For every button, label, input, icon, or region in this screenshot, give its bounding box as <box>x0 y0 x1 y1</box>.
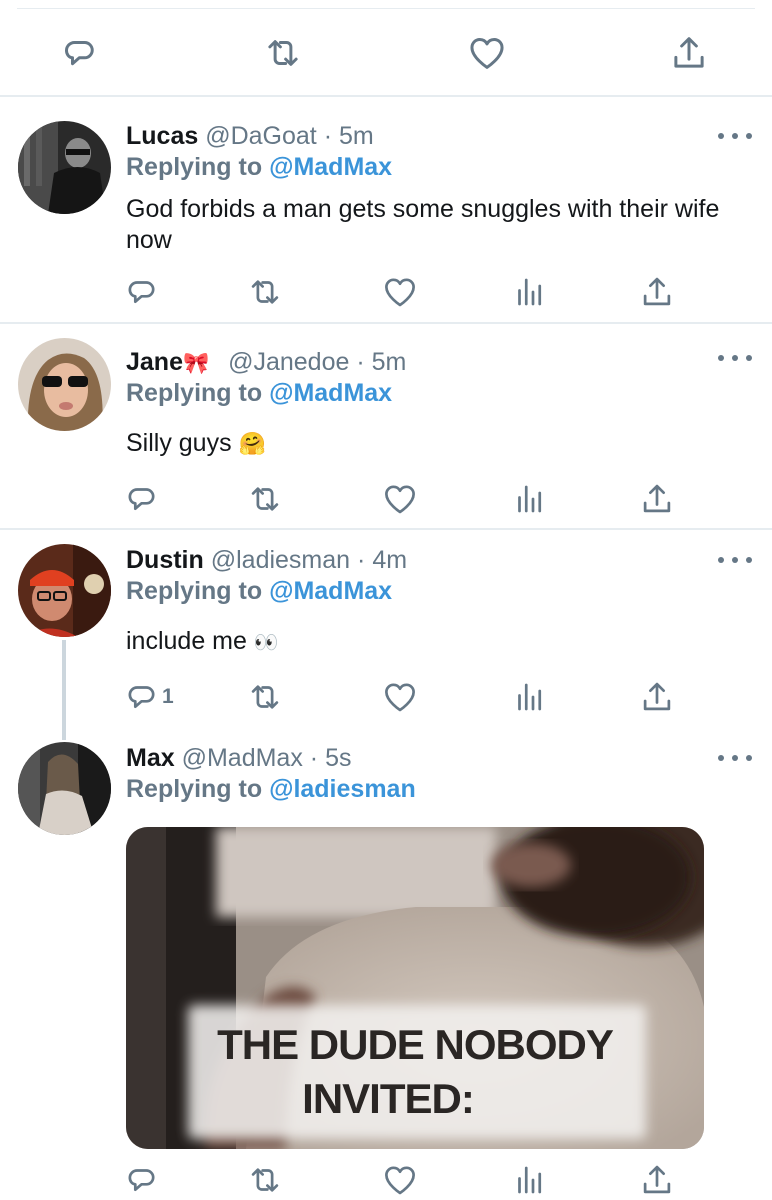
hugging-face-emoji: 🤗 <box>238 431 266 456</box>
reply-count: 1 <box>162 685 174 708</box>
display-name[interactable]: Max <box>126 744 175 772</box>
separator-dot: · <box>357 546 366 574</box>
share-icon[interactable] <box>638 1160 676 1200</box>
mention-link[interactable]: @ladiesman <box>269 775 416 803</box>
analytics-icon[interactable] <box>511 272 549 312</box>
tweet-media-image[interactable]: THE DUDE NOBODY INVITED: <box>126 827 704 1149</box>
like-icon[interactable] <box>381 479 419 519</box>
tweet-action-bar <box>0 272 772 312</box>
more-options-icon[interactable] <box>718 550 752 570</box>
separator-dot: · <box>309 744 319 772</box>
separator-dot: · <box>356 348 365 376</box>
reply-icon[interactable] <box>124 677 162 717</box>
tweet-action-bar <box>0 479 772 519</box>
analytics-icon[interactable] <box>511 479 549 519</box>
replying-to-label: Replying to <box>126 153 263 181</box>
timestamp[interactable]: 5m <box>372 348 407 376</box>
reply-icon[interactable] <box>60 32 102 74</box>
tweet-divider <box>0 528 772 530</box>
meme-caption-line2: INVITED: <box>302 1075 474 1122</box>
tweet-action-bar: 1 <box>0 677 772 717</box>
avatar[interactable] <box>18 544 111 637</box>
more-options-icon[interactable] <box>718 748 752 768</box>
retweet-icon[interactable] <box>246 479 284 519</box>
replying-to-line: Replying to @MadMax <box>126 378 392 408</box>
reply-icon[interactable] <box>124 479 162 519</box>
retweet-icon[interactable] <box>246 272 284 312</box>
mention-link[interactable]: @MadMax <box>269 577 392 605</box>
user-handle[interactable]: @Janedoe <box>228 348 349 376</box>
more-options-icon[interactable] <box>718 126 752 146</box>
tweet-text: God forbids a man gets some snuggles wit… <box>126 195 720 254</box>
share-icon[interactable] <box>638 677 676 717</box>
replying-to-line: Replying to @ladiesman <box>126 774 416 804</box>
retweet-icon[interactable] <box>262 32 304 74</box>
avatar[interactable] <box>18 742 111 835</box>
replying-to-label: Replying to <box>126 775 263 803</box>
timestamp[interactable]: 4m <box>372 546 407 574</box>
like-icon[interactable] <box>381 272 419 312</box>
tweet-text: include me <box>126 627 247 655</box>
like-icon[interactable] <box>381 677 419 717</box>
mention-link[interactable]: @MadMax <box>269 153 392 181</box>
replying-to-label: Replying to <box>126 379 263 407</box>
main-tweet-action-bar <box>0 30 772 76</box>
more-options-icon[interactable] <box>718 348 752 368</box>
avatar[interactable] <box>18 121 111 214</box>
meme-caption-line1: THE DUDE NOBODY <box>217 1021 614 1068</box>
separator-dot: · <box>323 122 333 150</box>
share-icon[interactable] <box>638 272 676 312</box>
avatar[interactable] <box>18 338 111 431</box>
display-name[interactable]: Dustin <box>126 546 204 574</box>
timestamp[interactable]: 5m <box>339 122 374 150</box>
tweet-header: Dustin @ladiesman · 4m <box>126 545 407 575</box>
user-handle[interactable]: @MadMax <box>182 744 303 772</box>
replying-to-line: Replying to @MadMax <box>126 576 392 606</box>
retweet-icon[interactable] <box>246 1160 284 1200</box>
tweet-action-bar <box>0 1160 772 1200</box>
mention-link[interactable]: @MadMax <box>269 379 392 407</box>
user-handle[interactable]: @ladiesman <box>211 546 350 574</box>
analytics-icon[interactable] <box>511 677 549 717</box>
tweet-text-container: Silly guys 🤗 <box>126 428 746 459</box>
retweet-icon[interactable] <box>246 677 284 717</box>
reply-icon[interactable] <box>124 272 162 312</box>
tweet-header: Lucas @DaGoat · 5m <box>126 121 374 151</box>
top-divider <box>17 8 755 9</box>
tweet-header: Jane🎀 @Janedoe · 5m <box>126 347 406 379</box>
analytics-icon[interactable] <box>511 1160 549 1200</box>
share-icon[interactable] <box>668 32 710 74</box>
like-icon[interactable] <box>381 1160 419 1200</box>
bow-emoji: 🎀 <box>182 352 210 375</box>
tweet-divider <box>0 322 772 324</box>
replying-to-label: Replying to <box>126 577 263 605</box>
eyes-emoji: 👀 <box>253 632 279 654</box>
tweet-header: Max @MadMax · 5s <box>126 743 351 773</box>
reply-icon[interactable] <box>124 1160 162 1200</box>
timestamp[interactable]: 5s <box>325 744 351 772</box>
share-icon[interactable] <box>638 479 676 519</box>
tweet-text-container: include me 👀 <box>126 626 746 659</box>
display-name[interactable]: Lucas <box>126 122 198 150</box>
display-name[interactable]: Jane <box>126 348 183 376</box>
section-divider <box>0 95 772 97</box>
replying-to-line: Replying to @MadMax <box>126 152 392 182</box>
like-icon[interactable] <box>466 32 508 74</box>
user-handle[interactable]: @DaGoat <box>205 122 317 150</box>
tweet-text: Silly guys <box>126 429 232 457</box>
